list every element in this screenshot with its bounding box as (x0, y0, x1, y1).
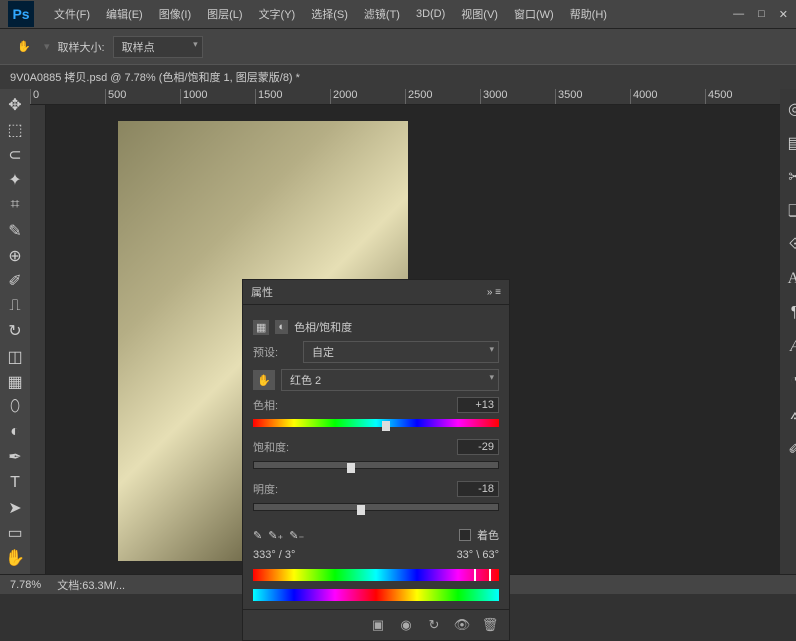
dodge-tool[interactable]: ◐ (0, 421, 30, 444)
panel-menu-icon[interactable]: » ≡ (487, 287, 501, 298)
panel-icon-2[interactable]: ▤ (780, 131, 796, 155)
shape-tool[interactable]: ▭ (0, 521, 30, 544)
gradient-tool[interactable]: ▦ (0, 370, 30, 393)
type-tool[interactable]: T (0, 471, 30, 494)
output-color-strip (253, 589, 499, 601)
eyedropper-1-icon[interactable]: ✎ (253, 529, 262, 542)
wand-tool[interactable]: ✦ (0, 169, 30, 192)
menu-image[interactable]: 图像(I) (151, 6, 199, 22)
clip-layer-icon[interactable]: ▣ (369, 616, 387, 634)
sample-size-dropdown[interactable]: 取样点 (113, 36, 203, 58)
menu-window[interactable]: 窗口(W) (506, 6, 562, 22)
maximize-icon[interactable]: □ (758, 8, 765, 21)
properties-panel: 属性 » ≡ ▦ ◐ 色相/饱和度 预设: 自定 ✋ 红色 2 色相 (242, 279, 510, 641)
input-color-strip[interactable] (253, 569, 499, 581)
mask-icon: ◐ (275, 320, 288, 334)
heal-tool[interactable]: ⊕ (0, 244, 30, 267)
collapsed-panels-strip: ◎ ▤ ✂ ❏ ⟐ A| ¶ A ◔ ⟑ ✐ (780, 89, 796, 574)
menu-layer[interactable]: 图层(L) (199, 6, 250, 22)
crop-tool[interactable]: ⌗ (0, 194, 30, 217)
hand-tool[interactable]: ✋ (0, 547, 30, 570)
brush-tool[interactable]: ✐ (0, 269, 30, 292)
menu-file[interactable]: 文件(F) (46, 6, 98, 22)
close-icon[interactable]: ✕ (779, 8, 788, 21)
colorize-checkbox[interactable] (459, 529, 471, 541)
menu-type[interactable]: 文字(Y) (251, 6, 304, 22)
preset-label: 预设: (253, 344, 297, 360)
blur-tool[interactable]: ⬯ (0, 395, 30, 418)
options-bar: ✋ ▾ 取样大小: 取样点 (0, 28, 796, 64)
sample-size-label: 取样大小: (58, 39, 105, 55)
ruler-vertical (30, 105, 46, 574)
panel-icon-1[interactable]: ◎ (780, 97, 796, 121)
panel-icon-7[interactable]: ¶ (780, 301, 796, 325)
pen-tool[interactable]: ✒ (0, 446, 30, 469)
panel-icon-8[interactable]: A (780, 335, 796, 359)
eyedropper-tool[interactable]: ✎ (0, 219, 30, 242)
reset-icon[interactable]: ↻ (425, 616, 443, 634)
toggle-visibility-icon[interactable]: 👁 (453, 616, 471, 634)
properties-title: 属性 (251, 284, 273, 300)
eyedropper-add-icon[interactable]: ✎₊ (268, 529, 283, 542)
adjustment-icon: ▦ (253, 320, 269, 335)
range-left: 333° / 3° (253, 549, 295, 561)
saturation-value[interactable]: -29 (457, 439, 499, 455)
target-adjustment-icon[interactable]: ✋ (253, 370, 275, 390)
menu-view[interactable]: 视图(V) (453, 6, 506, 22)
delete-icon[interactable]: 🗑 (481, 616, 499, 634)
hue-slider[interactable] (253, 419, 499, 433)
panel-icon-3[interactable]: ✂ (780, 165, 796, 189)
panel-icon-11[interactable]: ✐ (780, 437, 796, 461)
lightness-value[interactable]: -18 (457, 481, 499, 497)
app-logo: Ps (8, 1, 34, 27)
hue-value[interactable]: +13 (457, 397, 499, 413)
colorize-label: 着色 (477, 527, 499, 543)
document-tab[interactable]: 9V0A0885 拷贝.psd @ 7.78% (色相/饱和度 1, 图层蒙版/… (0, 64, 796, 89)
menu-filter[interactable]: 滤镜(T) (356, 6, 408, 22)
panel-icon-4[interactable]: ❏ (780, 199, 796, 223)
menu-3d[interactable]: 3D(D) (408, 8, 453, 20)
panel-icon-5[interactable]: ⟐ (780, 233, 796, 257)
menu-edit[interactable]: 编辑(E) (98, 6, 151, 22)
range-right: 33° \ 63° (457, 549, 499, 561)
stamp-tool[interactable]: ⎍ (0, 295, 30, 318)
history-brush-tool[interactable]: ↻ (0, 320, 30, 343)
eyedropper-sub-icon[interactable]: ✎₋ (289, 529, 304, 542)
panel-icon-10[interactable]: ⟑ (780, 403, 796, 427)
move-tool[interactable]: ✥ (0, 93, 30, 116)
menubar: Ps 文件(F) 编辑(E) 图像(I) 图层(L) 文字(Y) 选择(S) 滤… (0, 0, 796, 28)
lightness-slider[interactable] (253, 503, 499, 517)
tools-panel: ✥ ⬚ ⊂ ✦ ⌗ ✎ ⊕ ✐ ⎍ ↻ ◫ ▦ ⬯ ◐ ✒ T ➤ ▭ ✋ (0, 89, 30, 574)
canvas-area[interactable]: 050010001500200025003000350040004500 属性 … (30, 89, 780, 574)
channel-dropdown[interactable]: 红色 2 (281, 369, 499, 391)
panel-icon-6[interactable]: A| (780, 267, 796, 291)
eraser-tool[interactable]: ◫ (0, 345, 30, 368)
lasso-tool[interactable]: ⊂ (0, 143, 30, 166)
saturation-slider[interactable] (253, 461, 499, 475)
minimize-icon[interactable]: — (733, 8, 744, 21)
path-tool[interactable]: ➤ (0, 496, 30, 519)
hue-label: 色相: (253, 397, 297, 413)
marquee-tool[interactable]: ⬚ (0, 118, 30, 141)
panel-icon-9[interactable]: ◔ (780, 369, 796, 393)
adjustment-type: 色相/饱和度 (294, 319, 352, 335)
menu-select[interactable]: 选择(S) (303, 6, 356, 22)
current-tool-icon[interactable]: ✋ (12, 35, 36, 59)
preset-dropdown[interactable]: 自定 (303, 341, 499, 363)
view-prev-icon[interactable]: ◉ (397, 616, 415, 634)
saturation-label: 饱和度: (253, 439, 297, 455)
menu-help[interactable]: 帮助(H) (562, 6, 615, 22)
ruler-horizontal: 050010001500200025003000350040004500 (30, 89, 780, 105)
lightness-label: 明度: (253, 481, 297, 497)
